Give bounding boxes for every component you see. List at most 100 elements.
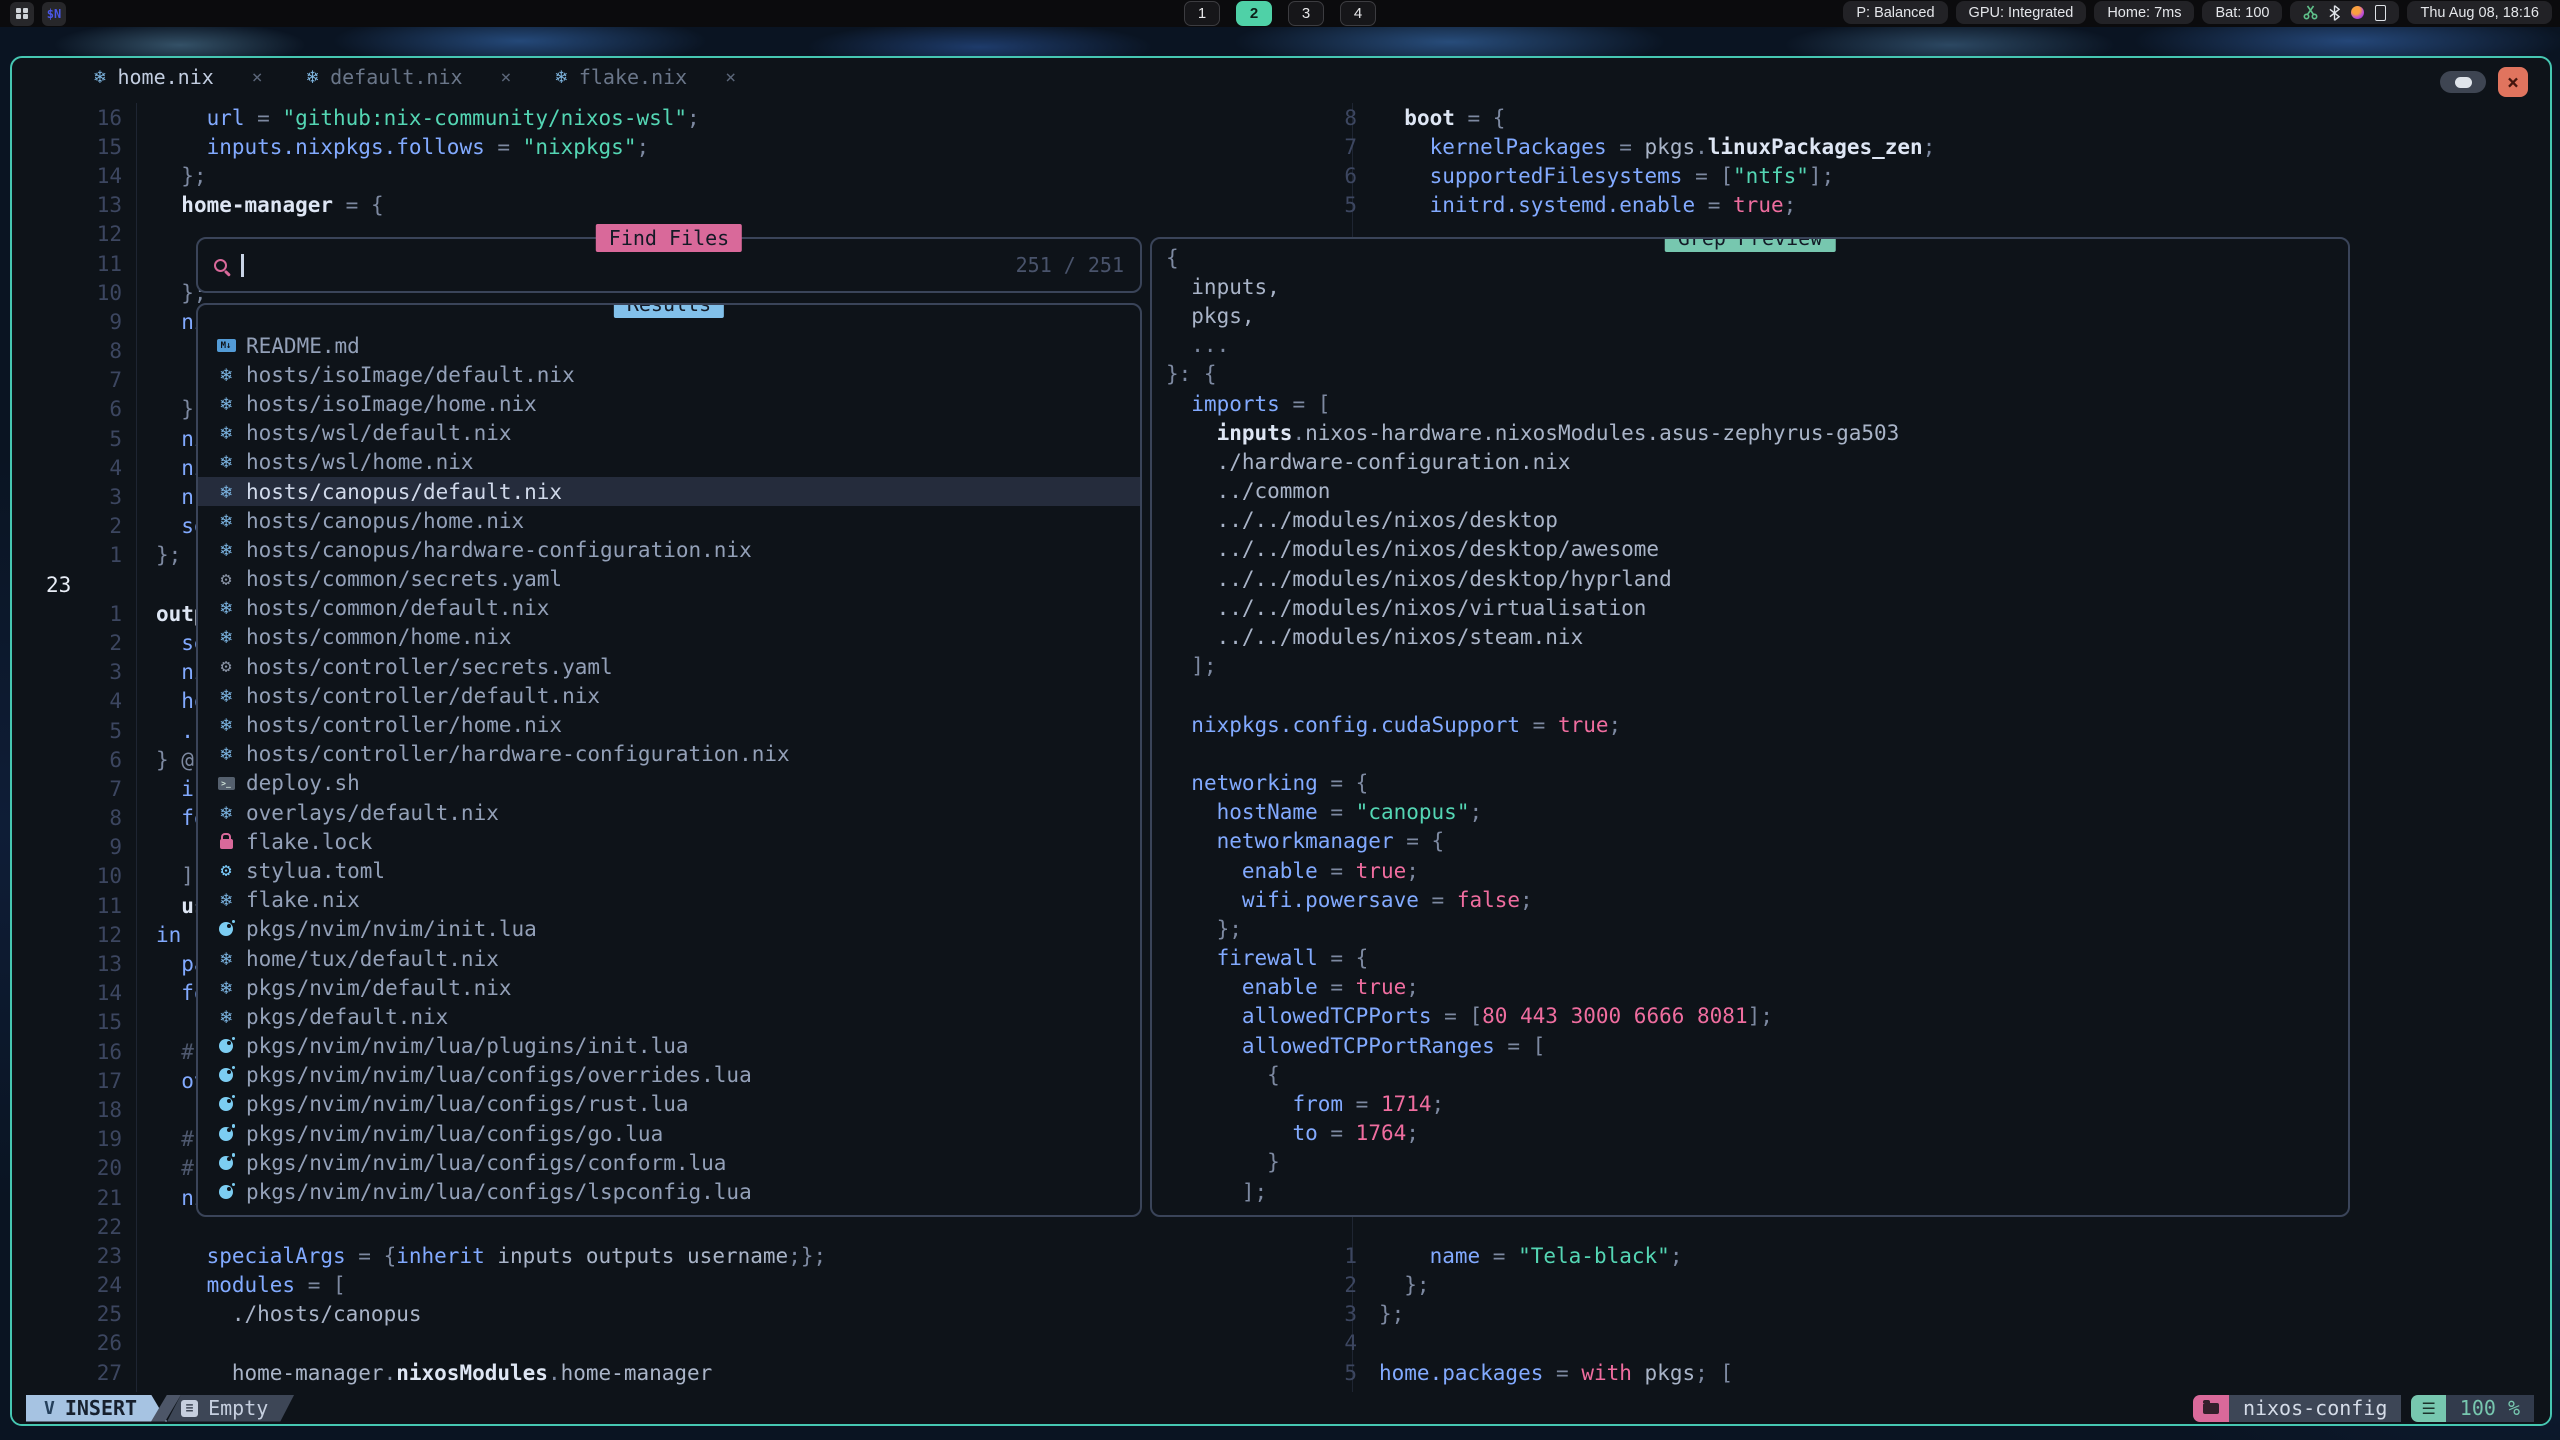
result-item[interactable]: pkgs/nvim/nvim/init.lua	[198, 915, 1140, 944]
workspace-button-1[interactable]: 1	[1184, 1, 1220, 26]
code-text: kernelPackages = pkgs.linuxPackages_zen;	[1379, 135, 1935, 159]
tab-label: home.nix	[117, 65, 213, 89]
file-label: Empty	[208, 1396, 268, 1420]
lua-icon	[219, 922, 233, 936]
result-item[interactable]: pkgs/nvim/nvim/lua/plugins/init.lua	[198, 1032, 1140, 1061]
code-line: ../../modules/nixos/desktop/hyprland	[1166, 564, 2344, 593]
line-number: 15	[12, 135, 148, 159]
nix-icon: ❄	[220, 948, 231, 970]
clock[interactable]: Thu Aug 08, 18:16	[2407, 1, 2552, 24]
workspace-button-2[interactable]: 2	[1236, 1, 1272, 26]
line-number: 18	[12, 1098, 148, 1122]
code-text: ...	[1166, 333, 1229, 357]
result-item[interactable]: ❄hosts/controller/hardware-configuration…	[198, 740, 1140, 769]
line-number: 3	[1295, 1302, 1371, 1326]
lua-icon	[219, 1127, 233, 1141]
workspace-group: 1234	[1184, 1, 1376, 26]
result-item[interactable]: ❄hosts/wsl/default.nix	[198, 419, 1140, 448]
result-item[interactable]: ❄hosts/controller/default.nix	[198, 681, 1140, 710]
result-item[interactable]: ⚙hosts/common/secrets.yaml	[198, 565, 1140, 594]
code-line: ];	[1166, 1177, 2344, 1206]
result-item[interactable]: pkgs/nvim/nvim/lua/configs/rust.lua	[198, 1090, 1140, 1119]
code-line: inputs.nixos-hardware.nixosModules.asus-…	[1166, 418, 2344, 447]
result-item[interactable]: ❄overlays/default.nix	[198, 798, 1140, 827]
code-line: 13 home-manager = {	[12, 191, 1295, 220]
line-number: 9	[12, 835, 148, 859]
tab-close-icon[interactable]: ×	[252, 67, 263, 88]
status-pill-3: Bat: 100	[2202, 1, 2282, 24]
code-line: ../common	[1166, 477, 2344, 506]
nix-icon: ❄	[220, 889, 231, 911]
code-text: {	[1166, 246, 1179, 270]
nix-icon: ❄	[94, 66, 105, 88]
code-text: #	[156, 1127, 194, 1151]
workspace-button-3[interactable]: 3	[1288, 1, 1324, 26]
result-item[interactable]: ❄hosts/canopus/hardware-configuration.ni…	[198, 535, 1140, 564]
line-number: 16	[12, 1040, 148, 1064]
code-line: 3};	[1295, 1300, 2550, 1329]
code-text: #	[156, 1040, 194, 1064]
nix-icon: ❄	[220, 451, 231, 473]
code-line: ./hardware-configuration.nix	[1166, 447, 2344, 476]
result-item[interactable]: ❄hosts/common/default.nix	[198, 594, 1140, 623]
tab-close-icon[interactable]: ×	[501, 67, 512, 88]
search-icon	[214, 259, 227, 272]
buffer-icon: ≡	[181, 1400, 198, 1417]
code-text: home-manager.nixosModules.home-manager	[156, 1361, 712, 1385]
code-line: firewall = {	[1166, 944, 2344, 973]
result-item[interactable]: ⚙stylua.toml	[198, 856, 1140, 885]
code-text: {	[1166, 1063, 1280, 1087]
line-number: 17	[12, 1069, 148, 1093]
close-button[interactable]: ×	[2498, 67, 2528, 97]
result-item[interactable]: pkgs/nvim/nvim/lua/configs/go.lua	[198, 1119, 1140, 1148]
workspace-button-4[interactable]: 4	[1340, 1, 1376, 26]
gear-blue-icon: ⚙	[221, 860, 232, 881]
result-item-label: flake.lock	[246, 830, 372, 854]
result-item[interactable]: pkgs/nvim/nvim/lua/configs/lspconfig.lua	[198, 1177, 1140, 1206]
result-item[interactable]: M↓README.md	[198, 331, 1140, 360]
launcher-icons: $N	[0, 2, 66, 26]
result-item[interactable]: ❄hosts/wsl/home.nix	[198, 448, 1140, 477]
result-item-label: hosts/common/home.nix	[246, 625, 512, 649]
code-line: {	[1166, 243, 2344, 272]
nix-icon: ❄	[555, 66, 566, 88]
result-item[interactable]: ⚙hosts/controller/secrets.yaml	[198, 652, 1140, 681]
result-item[interactable]: pkgs/nvim/nvim/lua/configs/overrides.lua	[198, 1061, 1140, 1090]
tab-home.nix[interactable]: ❄ home.nix ×	[94, 65, 263, 89]
code-text: ];	[1166, 1180, 1267, 1204]
result-item[interactable]: ❄hosts/canopus/default.nix	[198, 477, 1140, 506]
line-number: 15	[12, 1010, 148, 1034]
code-text: ./hardware-configuration.nix	[1166, 450, 1571, 474]
result-item[interactable]: ❄hosts/controller/home.nix	[198, 710, 1140, 739]
result-item-label: README.md	[246, 334, 360, 358]
app-grid-icon[interactable]	[10, 2, 34, 26]
tablet-icon[interactable]	[2375, 5, 2386, 21]
result-item[interactable]: ❄home/tux/default.nix	[198, 944, 1140, 973]
line-number: 9	[12, 310, 148, 334]
tab-close-icon[interactable]: ×	[725, 67, 736, 88]
line-number: 7	[1295, 135, 1371, 159]
bluetooth-icon[interactable]	[2329, 5, 2340, 21]
result-item[interactable]: ❄hosts/common/home.nix	[198, 623, 1140, 652]
terminal-app-icon[interactable]: $N	[42, 2, 66, 26]
result-item[interactable]: ❄flake.nix	[198, 886, 1140, 915]
tab-default.nix[interactable]: ❄default.nix×	[307, 65, 512, 89]
result-item-label: hosts/controller/hardware-configuration.…	[246, 742, 790, 766]
result-item[interactable]: ❄hosts/canopus/home.nix	[198, 506, 1140, 535]
result-item[interactable]: ❄hosts/isoImage/home.nix	[198, 389, 1140, 418]
result-item[interactable]: pkgs/nvim/nvim/lua/configs/conform.lua	[198, 1148, 1140, 1177]
result-item[interactable]: ❄hosts/isoImage/default.nix	[198, 360, 1140, 389]
gear-gray-icon: ⚙	[221, 569, 232, 590]
result-item[interactable]: flake.lock	[198, 827, 1140, 856]
search-input[interactable]: 251 / 251	[198, 239, 1140, 291]
tab-flake.nix[interactable]: ❄flake.nix×	[555, 65, 736, 89]
scissors-icon[interactable]	[2303, 5, 2318, 20]
line-number: 3	[12, 485, 148, 509]
result-item[interactable]: >_deploy.sh	[198, 769, 1140, 798]
line-number: 11	[12, 252, 148, 276]
result-item[interactable]: ❄pkgs/default.nix	[198, 1002, 1140, 1031]
result-item[interactable]: ❄pkgs/nvim/default.nix	[198, 973, 1140, 1002]
code-text: ../../modules/nixos/desktop/hyprland	[1166, 567, 1672, 591]
orb-icon[interactable]	[2351, 6, 2364, 19]
toggle-button[interactable]	[2440, 71, 2486, 93]
